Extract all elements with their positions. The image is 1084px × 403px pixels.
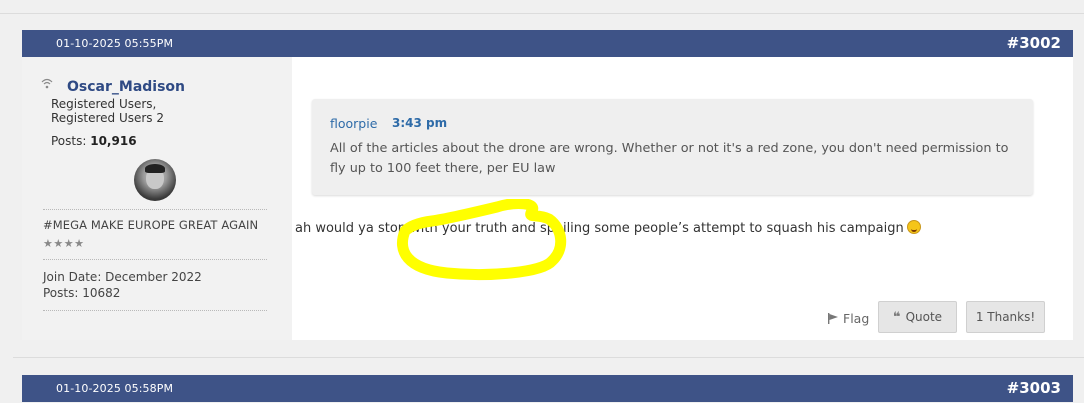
quote-block: floorpie 3:43 pm All of the articles abo… <box>312 99 1033 195</box>
post-header: 01-10-2025 05:55PM #3002 <box>22 30 1073 57</box>
posts-count: Posts: 10682 <box>43 286 121 300</box>
yellow-highlight-scribble <box>396 199 567 280</box>
thanks-button[interactable]: 1 Thanks! <box>966 301 1045 333</box>
post-message-text: ah would ya stop with your truth and spo… <box>295 221 904 236</box>
user-motto: #MEGA MAKE EUROPE GREAT AGAIN <box>43 218 259 232</box>
online-status-icon <box>41 78 53 93</box>
posts-value: 10,916 <box>90 134 137 148</box>
quote-mark-icon: ❝ <box>892 309 901 325</box>
username-link[interactable]: Oscar_Madison <box>67 79 185 95</box>
post-date: 01-10-2025 05:58PM <box>56 382 174 395</box>
posts-label: Posts: <box>51 134 87 148</box>
quote-button-label: Quote <box>905 310 943 324</box>
winking-emoji-icon <box>906 220 921 234</box>
post-separator <box>13 357 1084 358</box>
flag-label: Flag <box>843 311 870 326</box>
post-body: Oscar_Madison Registered Users, Register… <box>22 57 1073 340</box>
user-info-panel: Oscar_Madison Registered Users, Register… <box>22 57 292 340</box>
divider <box>43 209 267 210</box>
post-number-link[interactable]: #3003 <box>1007 379 1061 397</box>
reputation-stars: ★★★★ <box>43 237 85 250</box>
join-info: Join Date: December 2022 Posts: 10682 <box>43 269 202 301</box>
quote-time: 3:43 pm <box>392 116 448 130</box>
quote-text: All of the articles about the drone are … <box>330 141 1009 176</box>
post-number-link[interactable]: #3002 <box>1007 34 1061 52</box>
quote-button[interactable]: ❝ Quote <box>878 301 957 333</box>
avatar[interactable] <box>134 159 176 201</box>
post-header: 01-10-2025 05:58PM #3003 <box>22 375 1073 402</box>
post-message: ah would ya stop with your truth and spo… <box>295 220 921 236</box>
thanks-button-label: 1 Thanks! <box>975 310 1036 324</box>
join-date: Join Date: December 2022 <box>43 270 202 284</box>
quote-author-link[interactable]: floorpie <box>330 116 377 131</box>
flag-icon <box>828 313 838 324</box>
flag-link[interactable]: Flag <box>827 311 869 326</box>
top-border <box>0 0 1084 14</box>
divider <box>43 259 267 260</box>
divider <box>43 310 267 311</box>
post-date: 01-10-2025 05:55PM <box>56 37 174 50</box>
user-title: Registered Users, Registered Users 2 <box>51 97 165 125</box>
user-posts: Posts: 10,916 <box>51 134 137 148</box>
